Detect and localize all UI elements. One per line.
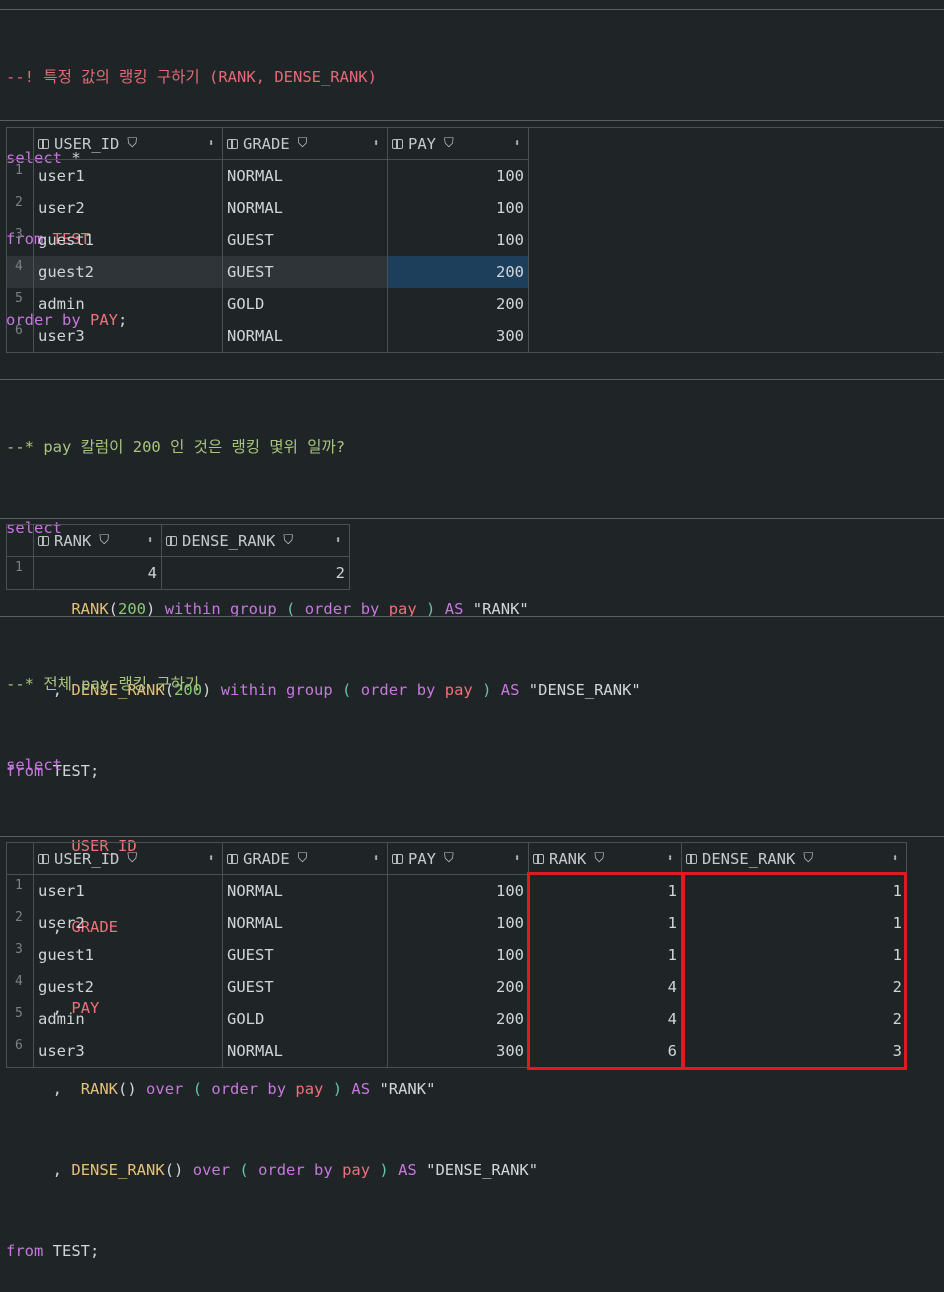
code-comment: --* 전체 pay 랭킹 구하기 bbox=[6, 675, 200, 693]
column-header-rank[interactable]: RANK ⛉ ⬍ bbox=[34, 525, 162, 557]
column-header-user-id[interactable]: USER_ID ⛉ ⬍ bbox=[34, 843, 223, 875]
column-header-pay[interactable]: PAY ⛉ ⬍ bbox=[388, 128, 529, 160]
filter-icon[interactable]: ⛉ bbox=[298, 843, 308, 874]
result-grid-2[interactable]: RANK ⛉ ⬍ DENSE_RANK ⛉ ⬍ 142 bbox=[6, 524, 350, 590]
column-icon bbox=[533, 853, 544, 864]
code-line: , RANK() over ( order by pay ) AS "RANK" bbox=[52, 1080, 436, 1098]
editor-separator bbox=[0, 836, 944, 837]
selected-cell[interactable]: 200 bbox=[388, 256, 529, 288]
code-line: select bbox=[6, 756, 62, 774]
sort-icon[interactable]: ⬍ bbox=[667, 843, 677, 874]
sort-icon[interactable]: ⬍ bbox=[147, 525, 157, 556]
grid-header: USER_ID ⛉ ⬍ GRADE ⛉ ⬍ PAY ⛉ ⬍ RANK ⛉ ⬍ DENSE_RAN… bbox=[7, 843, 907, 875]
column-header-grade[interactable]: GRADE ⛉ ⬍ bbox=[223, 128, 388, 160]
grid-header: USER_ID ⛉ ⬍ GRADE ⛉ ⬍ PAY ⛉ ⬍ bbox=[7, 128, 943, 160]
code-comment: --* pay 칼럼이 200 인 것은 랭킹 몇위 일까? bbox=[6, 438, 346, 456]
column-icon bbox=[227, 853, 238, 864]
sort-icon[interactable]: ⬍ bbox=[208, 843, 218, 874]
column-header-user-id[interactable]: USER_ID ⛉ ⬍ bbox=[34, 128, 223, 160]
dense-rank-highlight-box bbox=[682, 872, 907, 1070]
filter-icon[interactable]: ⛉ bbox=[99, 525, 109, 556]
column-icon bbox=[686, 853, 697, 864]
column-icon bbox=[392, 138, 403, 149]
code-comment: --! 특정 값의 랭킹 구하기 (RANK, DENSE_RANK) bbox=[6, 68, 377, 86]
column-header-grade[interactable]: GRADE ⛉ ⬍ bbox=[223, 843, 388, 875]
column-icon bbox=[38, 138, 49, 149]
code-line: from TEST; bbox=[6, 1242, 100, 1260]
sort-icon[interactable]: ⬍ bbox=[373, 843, 383, 874]
column-header-rank[interactable]: RANK ⛉ ⬍ bbox=[529, 843, 682, 875]
sort-icon[interactable]: ⬍ bbox=[514, 843, 524, 874]
column-icon bbox=[38, 853, 49, 864]
filter-icon[interactable]: ⛉ bbox=[444, 843, 454, 874]
sort-icon[interactable]: ⬍ bbox=[892, 843, 902, 874]
table-row[interactable]: 142 bbox=[7, 557, 350, 589]
column-icon bbox=[38, 535, 49, 546]
filter-icon[interactable]: ⛉ bbox=[444, 128, 454, 159]
rank-highlight-box bbox=[527, 872, 684, 1070]
filter-icon[interactable]: ⛉ bbox=[127, 843, 137, 874]
column-icon bbox=[166, 535, 177, 546]
column-header-dense-rank[interactable]: DENSE_RANK ⛉ ⬍ bbox=[162, 525, 350, 557]
column-icon bbox=[392, 853, 403, 864]
table-row[interactable]: 5 admin GOLD 200 bbox=[7, 288, 943, 320]
editor-separator bbox=[0, 120, 944, 121]
filter-icon[interactable]: ⛉ bbox=[283, 525, 293, 556]
table-row-selected[interactable]: 4 guest2 GUEST 200 bbox=[7, 256, 943, 288]
table-row[interactable]: 6 user3 NORMAL 300 bbox=[7, 320, 943, 352]
sort-icon[interactable]: ⬍ bbox=[208, 128, 218, 159]
code-line: , DENSE_RANK() over ( order by pay ) AS … bbox=[52, 1161, 539, 1179]
sort-icon[interactable]: ⬍ bbox=[373, 128, 383, 159]
filter-icon[interactable]: ⛉ bbox=[803, 843, 813, 874]
column-header-dense-rank[interactable]: DENSE_RANK ⛉ ⬍ bbox=[682, 843, 907, 875]
column-icon bbox=[227, 138, 238, 149]
column-header-pay[interactable]: PAY ⛉ ⬍ bbox=[388, 843, 529, 875]
result-grid-1[interactable]: USER_ID ⛉ ⬍ GRADE ⛉ ⬍ PAY ⛉ ⬍ 1 user1 NORMAL 100 … bbox=[6, 127, 943, 353]
sort-icon[interactable]: ⬍ bbox=[335, 525, 345, 556]
editor-separator bbox=[0, 518, 944, 519]
filter-icon[interactable]: ⛉ bbox=[127, 128, 137, 159]
filter-icon[interactable]: ⛉ bbox=[594, 843, 604, 874]
table-row[interactable]: 3 guest1 GUEST 100 bbox=[7, 224, 943, 256]
grid-header: RANK ⛉ ⬍ DENSE_RANK ⛉ ⬍ bbox=[7, 525, 350, 557]
sort-icon[interactable]: ⬍ bbox=[514, 128, 524, 159]
table-row[interactable]: 1 user1 NORMAL 100 bbox=[7, 160, 943, 192]
table-row[interactable]: 2 user2 NORMAL 100 bbox=[7, 192, 943, 224]
filter-icon[interactable]: ⛉ bbox=[298, 128, 308, 159]
